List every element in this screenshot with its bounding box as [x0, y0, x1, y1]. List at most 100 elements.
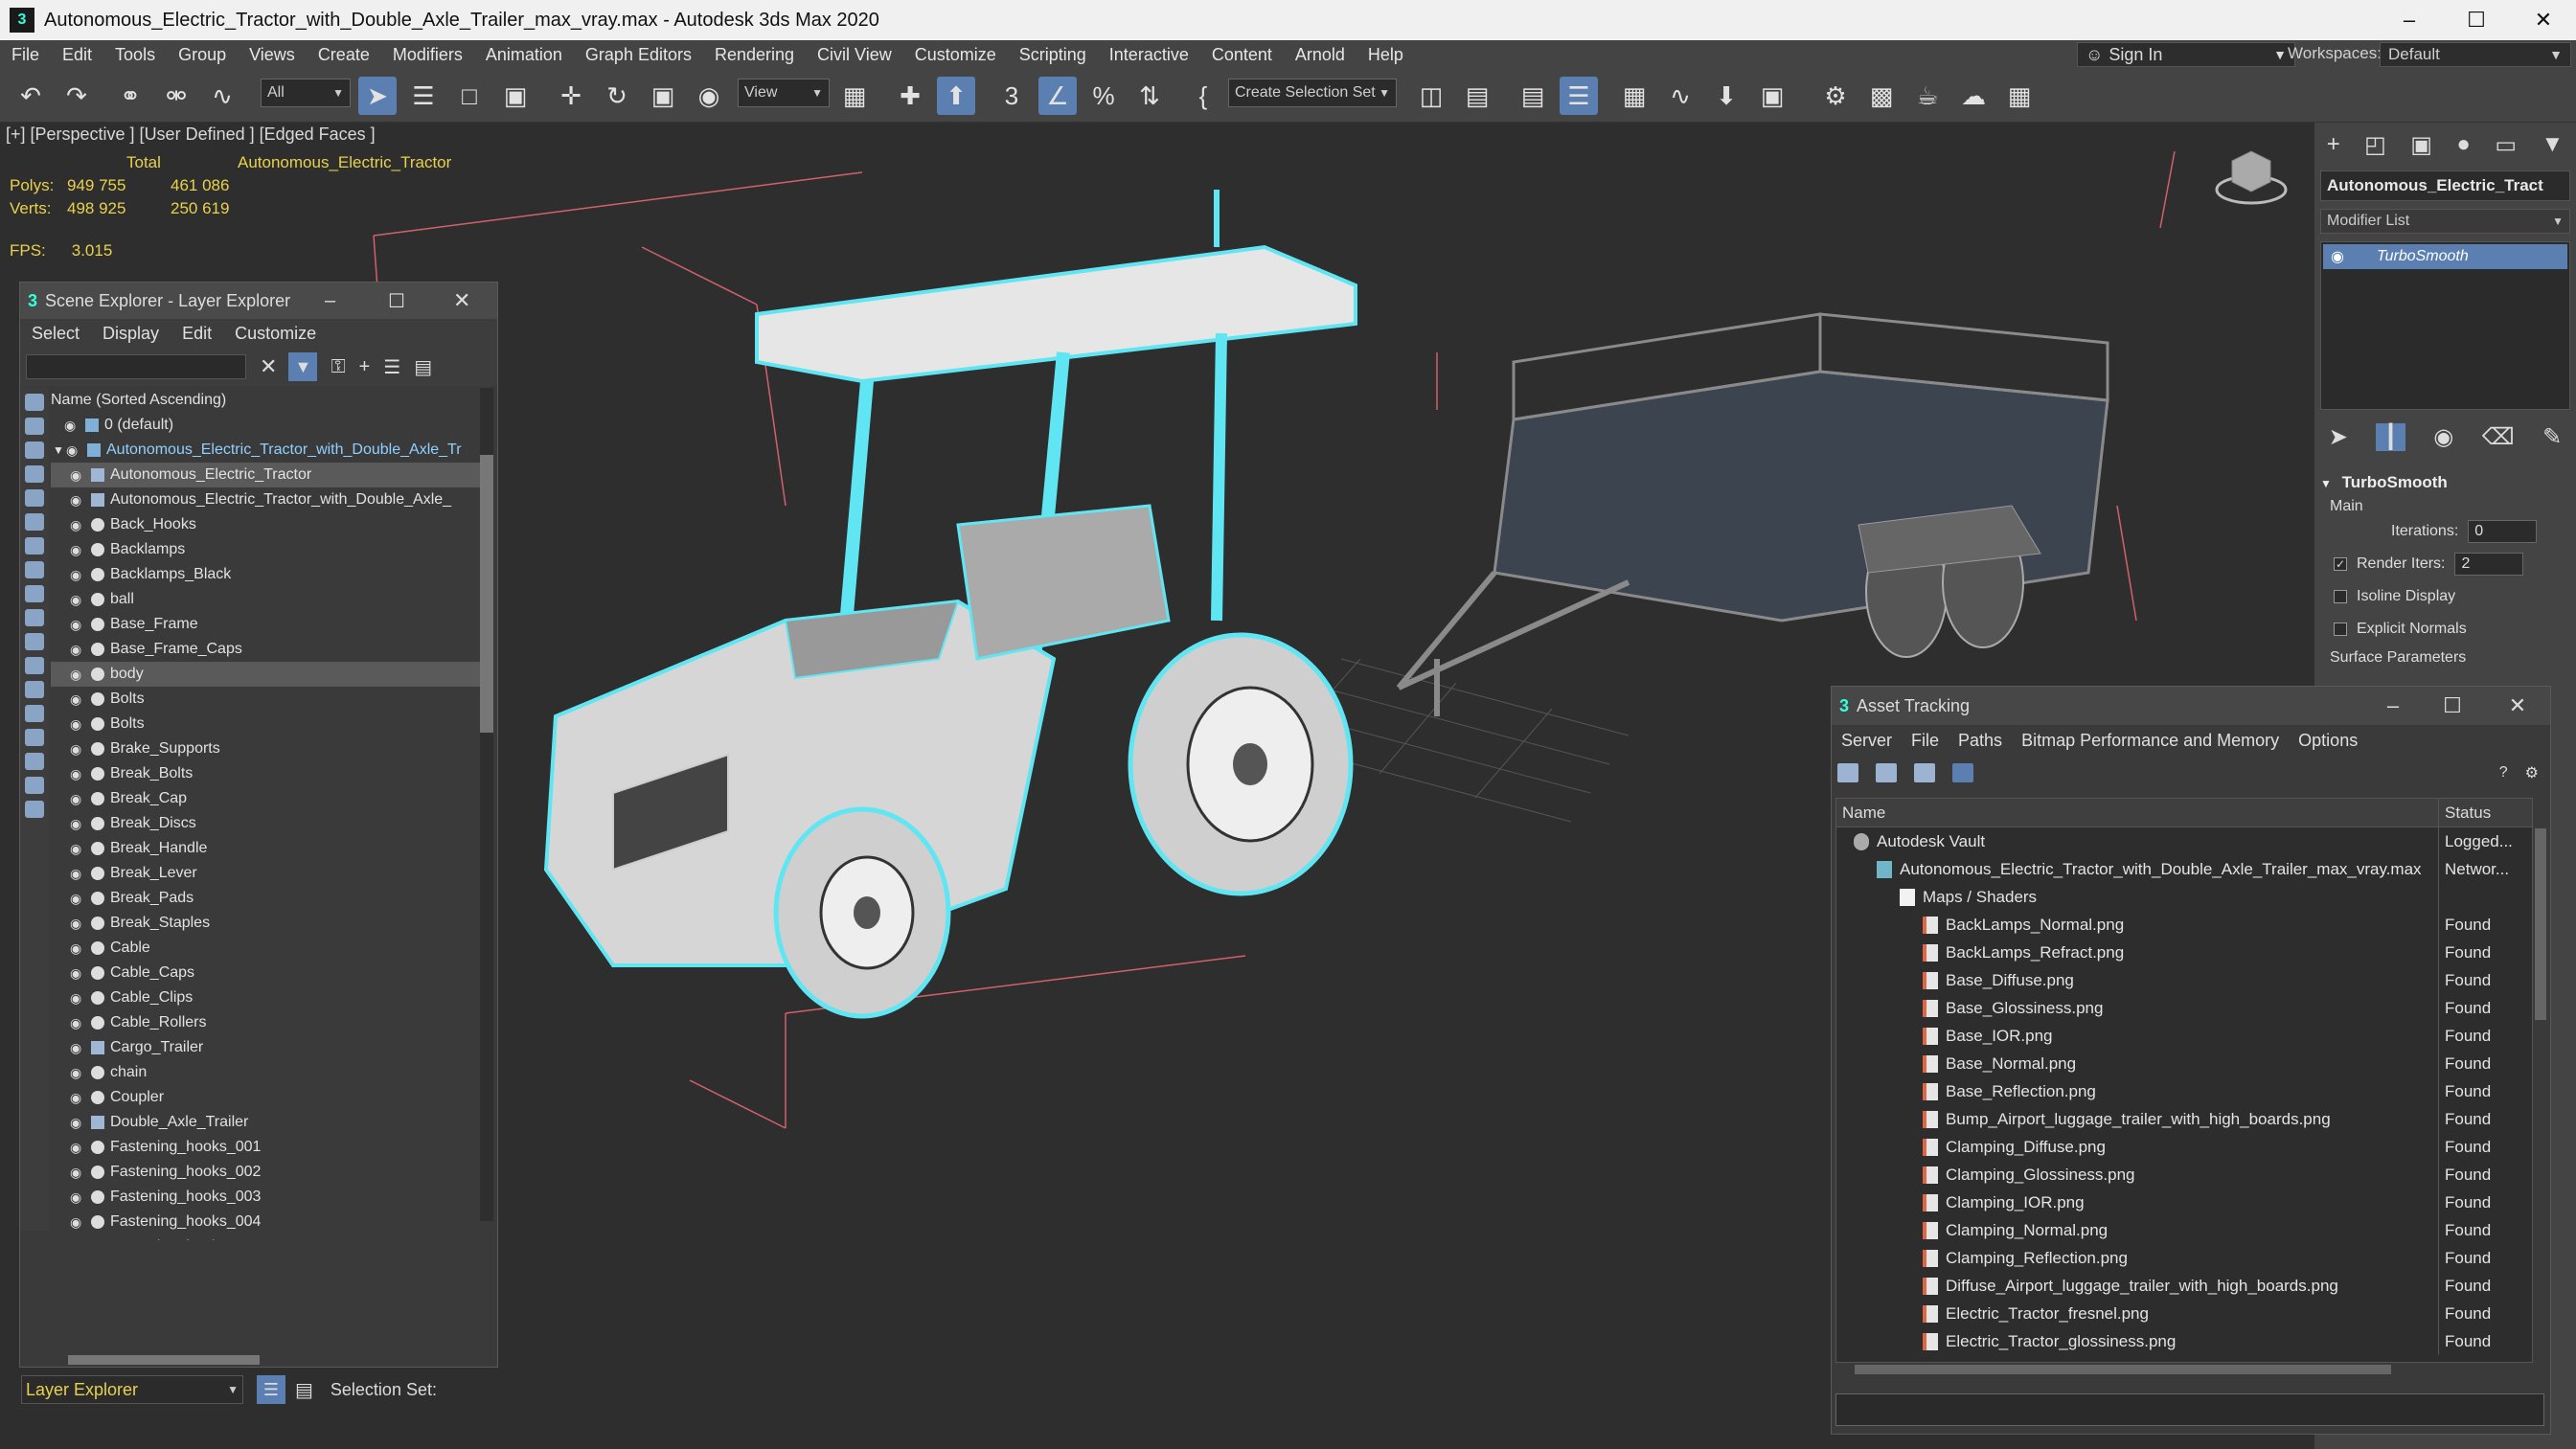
- render-production-icon[interactable]: ☕: [1908, 77, 1947, 115]
- menu-interactive[interactable]: Interactive: [1098, 40, 1200, 69]
- asset-row[interactable]: Base_Diffuse.png Found: [1836, 966, 2532, 994]
- render-setup-icon[interactable]: ⚙: [1816, 77, 1855, 115]
- reference-coordinate-dropdown[interactable]: View ▼: [738, 79, 830, 107]
- scene-explorer-header[interactable]: 3 Scene Explorer - Layer Explorer – ☐ ✕: [20, 283, 497, 319]
- scene-tree-row[interactable]: ◉ Brake_Supports: [51, 736, 491, 761]
- menu-group[interactable]: Group: [167, 40, 238, 69]
- column-status[interactable]: Status: [2439, 804, 2532, 823]
- funnel-icon[interactable]: [25, 777, 44, 794]
- invert-display-icon[interactable]: [25, 729, 44, 746]
- eye-icon[interactable]: ◉: [70, 1065, 91, 1081]
- scene-tree-row[interactable]: ◉ Fastening_hooks_003: [51, 1185, 491, 1210]
- menu-animation[interactable]: Animation: [474, 40, 574, 69]
- explorer-type-dropdown[interactable]: Layer Explorer ▼: [21, 1375, 243, 1404]
- turbosmooth-rollout-header[interactable]: ▼ TurboSmooth: [2320, 473, 2570, 492]
- menu-file[interactable]: File: [0, 40, 51, 69]
- scene-tree-row[interactable]: ◉ Coupler: [51, 1085, 491, 1110]
- eye-icon[interactable]: ◉: [64, 418, 85, 434]
- asset-row[interactable]: Clamping_Glossiness.png Found: [1836, 1161, 2532, 1189]
- remove-modifier-icon[interactable]: ⌫: [2482, 423, 2515, 451]
- placement-icon[interactable]: ◉: [690, 77, 728, 115]
- eye-icon[interactable]: ◉: [70, 1015, 91, 1031]
- add-layer-icon[interactable]: +: [359, 356, 371, 378]
- render-iters-spinner[interactable]: 2: [2454, 553, 2524, 576]
- toggle-layer-explorer-icon[interactable]: ☰: [1560, 77, 1598, 115]
- asset-row[interactable]: Base_IOR.png Found: [1836, 1022, 2532, 1050]
- configure-modifier-sets-icon[interactable]: ✎: [2542, 423, 2562, 451]
- minimize-button[interactable]: –: [2368, 687, 2418, 725]
- asset-row[interactable]: Base_Reflection.png Found: [1836, 1077, 2532, 1105]
- scene-tree-row[interactable]: ◉ Break_Staples: [51, 911, 491, 936]
- display-lights-icon[interactable]: [25, 441, 44, 459]
- eye-icon[interactable]: ◉: [70, 517, 91, 533]
- scene-explorer-scrollbar[interactable]: [480, 388, 493, 1221]
- eye-icon[interactable]: ◉: [70, 1090, 91, 1106]
- scene-tree-row[interactable]: ◉ Fastening_hooks_001: [51, 1135, 491, 1160]
- edit-named-selection-icon[interactable]: {: [1184, 77, 1222, 115]
- help-icon[interactable]: ?: [2499, 764, 2508, 781]
- maximize-button[interactable]: ☐: [388, 289, 405, 313]
- workspace-dropdown[interactable]: Default ▼: [2380, 42, 2571, 67]
- scene-tree-row[interactable]: ◉ Cable_Rollers: [51, 1010, 491, 1035]
- scene-tree-row[interactable]: ◉ Double_Axle_Trailer: [51, 1110, 491, 1135]
- table-view-icon[interactable]: [1914, 763, 1935, 782]
- material-editor-icon[interactable]: ▣: [1753, 77, 1791, 115]
- select-by-name-icon[interactable]: ☰: [404, 77, 443, 115]
- eye-icon[interactable]: ◉: [70, 592, 91, 608]
- eye-icon[interactable]: ◉: [70, 965, 91, 982]
- angle-snap-icon[interactable]: ∠: [1038, 77, 1077, 115]
- eye-icon[interactable]: ◉: [70, 492, 91, 509]
- keyboard-shortcut-override-icon[interactable]: ⬆: [937, 77, 975, 115]
- display-containers-icon[interactable]: [25, 609, 44, 626]
- hierarchy-tab-icon[interactable]: ▣: [2410, 131, 2432, 159]
- scene-tree-row[interactable]: ◉ Back_Hooks: [51, 512, 491, 537]
- at-menu-file[interactable]: File: [1902, 731, 1949, 751]
- scene-tree-row[interactable]: ◉ Break_Discs: [51, 811, 491, 836]
- show-end-result-icon[interactable]: ┃: [2376, 422, 2405, 451]
- eye-icon[interactable]: ◉: [2331, 247, 2344, 266]
- selection-filter-dropdown[interactable]: All ▼: [261, 79, 351, 107]
- refresh-icon[interactable]: [1837, 763, 1858, 782]
- scale-icon[interactable]: ▣: [644, 77, 682, 115]
- se-menu-display[interactable]: Display: [91, 324, 171, 344]
- column-header[interactable]: Name (Sorted Ascending): [51, 388, 491, 413]
- asset-row[interactable]: Clamping_Diffuse.png Found: [1836, 1133, 2532, 1161]
- display-space-warps-icon[interactable]: [25, 513, 44, 531]
- link-icon[interactable]: ⚭: [111, 77, 149, 115]
- eye-icon[interactable]: ◉: [70, 542, 91, 558]
- snaps-toggle-icon[interactable]: 3: [992, 77, 1031, 115]
- pivot-center-icon[interactable]: ▦: [835, 77, 874, 115]
- scene-tree-row[interactable]: ◉ Bolts: [51, 687, 491, 712]
- eye-icon[interactable]: ◉: [70, 716, 91, 733]
- at-menu-server[interactable]: Server: [1832, 731, 1902, 751]
- hierarchy-icon[interactable]: ▤: [295, 1378, 313, 1402]
- asset-row[interactable]: Base_Normal.png Found: [1836, 1050, 2532, 1077]
- scene-tree-row[interactable]: ◉ Autonomous_Electric_Tractor_with_Double…: [51, 487, 491, 512]
- scene-tree-row[interactable]: ◉ Break_Bolts: [51, 761, 491, 786]
- asset-table-scrollbar[interactable]: [2535, 828, 2546, 1020]
- menu-scripting[interactable]: Scripting: [1008, 40, 1098, 69]
- redo-icon[interactable]: ↷: [57, 77, 96, 115]
- eye-icon[interactable]: ◉: [70, 1140, 91, 1156]
- curve-editor-icon[interactable]: ∿: [1661, 77, 1699, 115]
- se-menu-customize[interactable]: Customize: [223, 324, 328, 344]
- display-hidden-icon[interactable]: [25, 657, 44, 674]
- display-bones-icon[interactable]: [25, 585, 44, 602]
- menu-create[interactable]: Create: [307, 40, 381, 69]
- asset-path-input[interactable]: [1835, 1393, 2544, 1426]
- asset-row[interactable]: BackLamps_Refract.png Found: [1836, 939, 2532, 966]
- close-button[interactable]: ✕: [2493, 687, 2542, 725]
- scene-tree-row[interactable]: ◉ Fastening_hooks_002: [51, 1160, 491, 1185]
- display-all-icon[interactable]: [25, 681, 44, 698]
- viewport-label-menu[interactable]: [+] [Perspective ] [User Defined ] [Edge…: [6, 125, 376, 145]
- explicit-normals-checkbox[interactable]: [2334, 623, 2347, 636]
- layers-icon[interactable]: ☰: [383, 355, 400, 379]
- eye-icon[interactable]: ◉: [70, 916, 91, 932]
- scene-tree-row[interactable]: ◉ Cable: [51, 936, 491, 961]
- menu-help[interactable]: Help: [1356, 40, 1415, 69]
- menu-content[interactable]: Content: [1200, 40, 1284, 69]
- display-none-icon[interactable]: [25, 705, 44, 722]
- layers-icon[interactable]: ☰: [257, 1375, 285, 1404]
- tree-view-icon[interactable]: [1952, 763, 1973, 782]
- isoline-display-checkbox[interactable]: [2334, 590, 2347, 603]
